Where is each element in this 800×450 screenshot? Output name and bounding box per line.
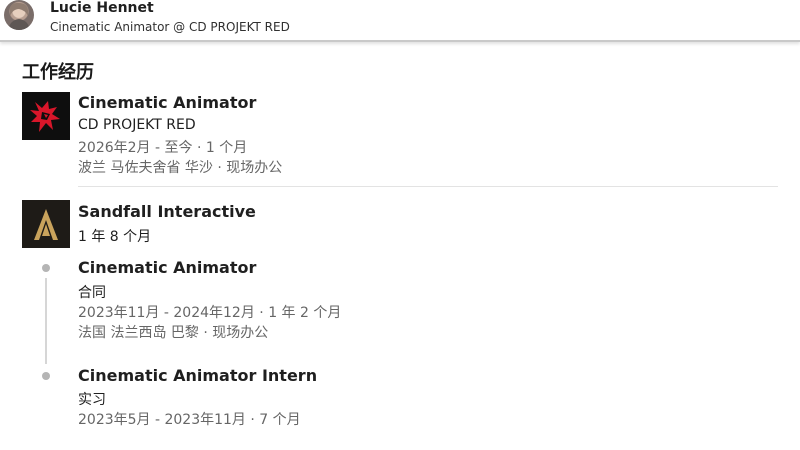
- role-2-type: 实习: [78, 392, 106, 408]
- experience-2-duration: 1 年 8 个月: [78, 229, 152, 245]
- section-title: 工作经历: [22, 62, 94, 83]
- experience-1-title[interactable]: Cinematic Animator: [78, 93, 256, 112]
- role-2-dates: 2023年5月 - 2023年11月 · 7 个月: [78, 412, 301, 428]
- profile-headline: Cinematic Animator @ CD PROJEKT RED: [50, 20, 290, 34]
- role-1-dates: 2023年11月 - 2024年12月 · 1 年 2 个月: [78, 305, 342, 321]
- experience-1-dates: 2026年2月 - 至今 · 1 个月: [78, 140, 248, 156]
- sandfall-logo-icon: [34, 209, 58, 240]
- experience-1-location: 波兰 马佐夫舍省 华沙 · 现场办公: [78, 160, 283, 176]
- role-2-title[interactable]: Cinematic Animator Intern: [78, 366, 317, 385]
- role-1-type: 合同: [78, 285, 106, 301]
- experience-1-company[interactable]: CD PROJEKT RED: [78, 117, 196, 133]
- cd-projekt-red-logo[interactable]: [22, 92, 70, 140]
- avatar[interactable]: [4, 0, 34, 30]
- experience-divider: [78, 186, 778, 187]
- role-1-title[interactable]: Cinematic Animator: [78, 258, 256, 277]
- timeline-line: [45, 278, 47, 364]
- person-photo-icon: [8, 2, 30, 30]
- profile-header-bar: Lucie Hennet Cinematic Animator @ CD PRO…: [0, 0, 800, 42]
- timeline-dot: [42, 264, 50, 272]
- role-1-location: 法国 法兰西岛 巴黎 · 现场办公: [78, 325, 269, 341]
- experience-2-company[interactable]: Sandfall Interactive: [78, 202, 256, 221]
- sandfall-logo[interactable]: [22, 200, 70, 248]
- profile-name[interactable]: Lucie Hennet: [50, 0, 154, 16]
- cd-projekt-red-logo-icon: [30, 101, 60, 132]
- timeline-dot: [42, 372, 50, 380]
